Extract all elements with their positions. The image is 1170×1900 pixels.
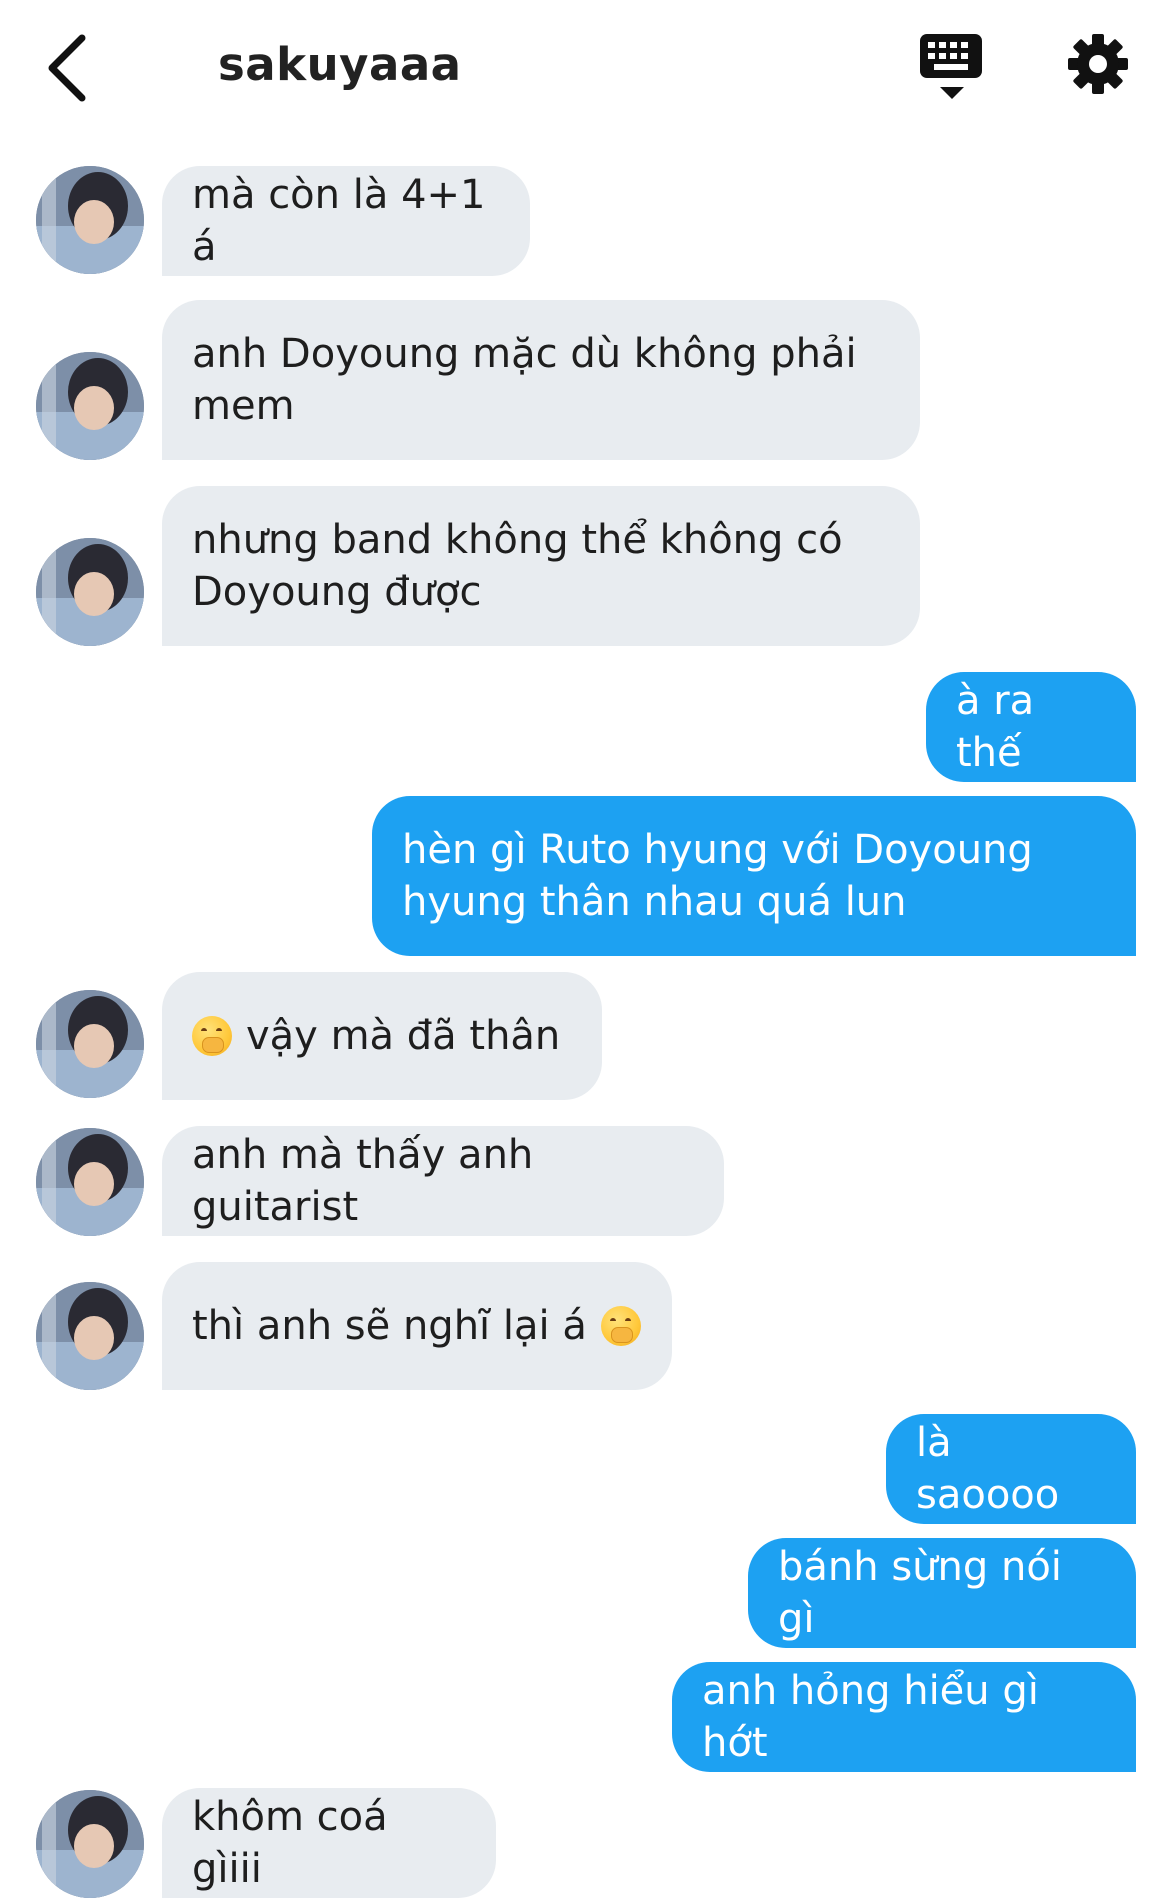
message-text: nhưng band không thể không có Doyoung đư…	[192, 517, 843, 615]
face-with-hand-over-mouth-icon	[600, 1306, 641, 1346]
message-bubble[interactable]: bánh sừng nói gì	[748, 1538, 1136, 1648]
message-text: mà còn là 4+1 á	[192, 172, 486, 270]
chevron-left-icon	[48, 34, 86, 102]
message-bubble[interactable]: à ra thế	[926, 672, 1136, 782]
message-bubble[interactable]: vậy mà đã thân	[162, 972, 602, 1100]
gear-icon	[1068, 34, 1128, 94]
keyboard-icon	[920, 34, 982, 99]
message-text: thì anh sẽ nghĩ lại á	[192, 1303, 587, 1349]
message-text: là saoooo	[916, 1420, 1060, 1518]
message-text: anh hỏng hiểu gì hớt	[702, 1668, 1039, 1766]
message-text: anh mà thấy anh guitarist	[192, 1132, 534, 1230]
message-text: vậy mà đã thân	[246, 1013, 561, 1059]
message-text: à ra thế	[956, 678, 1035, 776]
avatar[interactable]	[36, 990, 144, 1098]
avatar[interactable]	[36, 538, 144, 646]
message-bubble[interactable]: anh Doyoung mặc dù không phải mem	[162, 300, 920, 460]
face-with-hand-over-mouth-icon	[192, 1016, 232, 1056]
keyboard-toggle-button[interactable]	[918, 32, 986, 104]
conversation-title[interactable]: sakuyaaa	[218, 38, 462, 91]
settings-button[interactable]	[1066, 32, 1130, 96]
message-bubble[interactable]: mà còn là 4+1 á	[162, 166, 530, 276]
message-bubble[interactable]: thì anh sẽ nghĩ lại á	[162, 1262, 672, 1390]
conversation-header: sakuyaaa	[0, 0, 1170, 135]
back-button[interactable]	[44, 32, 94, 104]
message-bubble[interactable]: nhưng band không thể không có Doyoung đư…	[162, 486, 920, 646]
message-bubble[interactable]: hèn gì Ruto hyung với Doyoung hyung thân…	[372, 796, 1136, 956]
avatar[interactable]	[36, 352, 144, 460]
message-bubble[interactable]: là saoooo	[886, 1414, 1136, 1524]
avatar[interactable]	[36, 1790, 144, 1898]
message-text: hèn gì Ruto hyung với Doyoung hyung thân…	[402, 827, 1033, 925]
message-text: khôm coá gìiii	[192, 1794, 388, 1892]
avatar[interactable]	[36, 1128, 144, 1236]
message-bubble[interactable]: khôm coá gìiii	[162, 1788, 496, 1898]
message-text: bánh sừng nói gì	[778, 1544, 1062, 1642]
avatar[interactable]	[36, 166, 144, 274]
message-bubble[interactable]: anh mà thấy anh guitarist	[162, 1126, 724, 1236]
avatar[interactable]	[36, 1282, 144, 1390]
message-bubble[interactable]: anh hỏng hiểu gì hớt	[672, 1662, 1136, 1772]
message-text: anh Doyoung mặc dù không phải mem	[192, 331, 857, 429]
